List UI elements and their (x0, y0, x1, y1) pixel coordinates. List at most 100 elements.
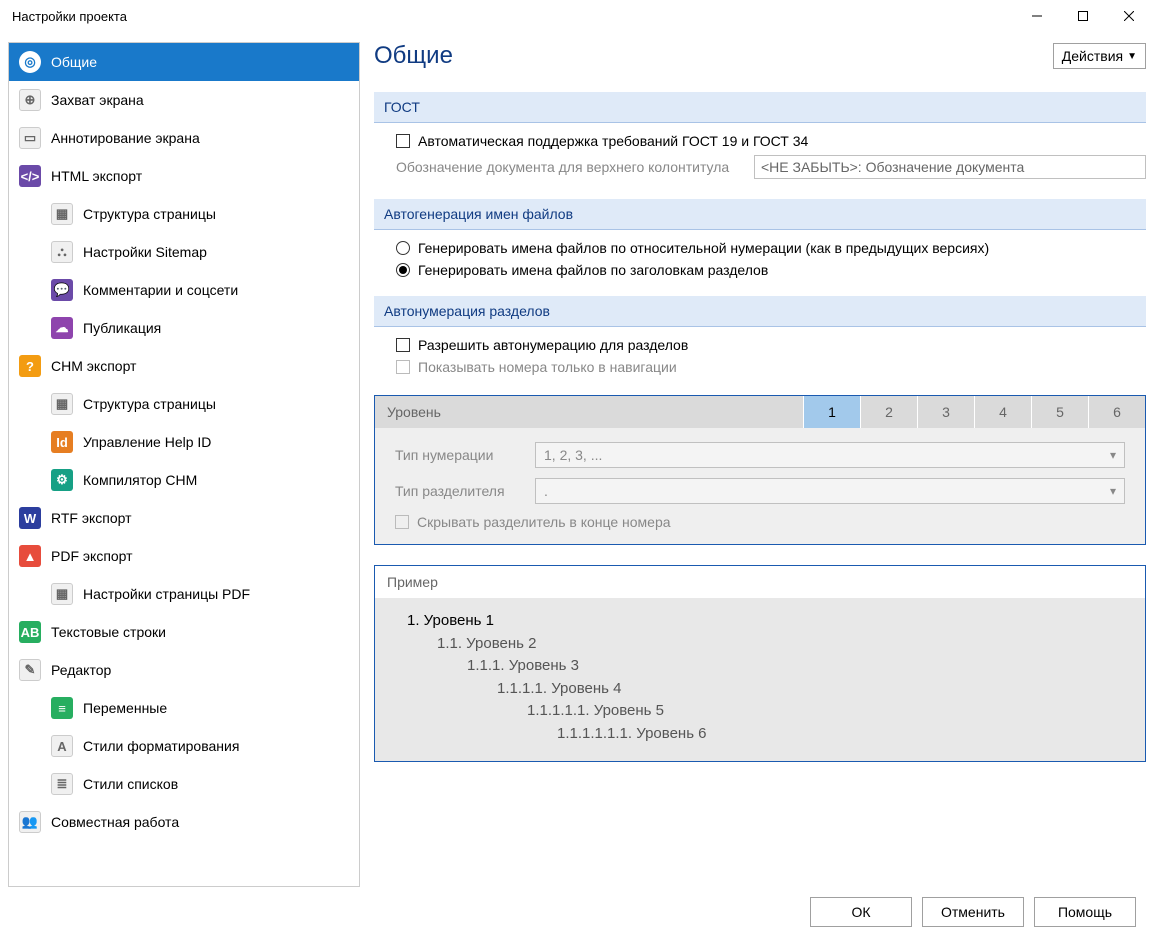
sidebar-item-label: Общие (51, 54, 97, 70)
sidebar: ◎ Общие ⊕ Захват экрана ▭Аннотирование экран… (8, 42, 360, 887)
sidebar-item-label: Структура страницы (83, 206, 216, 222)
sidebar-item-label: PDF экспорт (51, 548, 133, 564)
sidebar-item-0[interactable]: ◎ Общие (9, 43, 359, 81)
sidebar-item-label: Захват экрана (51, 92, 144, 108)
sidebar-icon: ◎ (19, 51, 41, 73)
sidebar-item-2[interactable]: ▭Аннотирование экрана (9, 119, 359, 157)
sidebar-item-14[interactable]: ▦ Настройки страницы PDF (9, 575, 359, 613)
sidebar-item-label: Редактор (51, 662, 111, 678)
sidebar-item-3[interactable]: </>HTML экспорт (9, 157, 359, 195)
sidebar-icon: ▦ (51, 393, 73, 415)
ok-button[interactable]: ОК (810, 897, 912, 927)
sidebar-icon: ✎ (19, 659, 41, 681)
gost-auto-label: Автоматическая поддержка требований ГОСТ… (418, 133, 808, 149)
sidebar-item-9[interactable]: ▦ Структура страницы (9, 385, 359, 423)
sidebar-item-18[interactable]: AСтили форматирования (9, 727, 359, 765)
sidebar-item-label: Текстовые строки (51, 624, 166, 640)
minimize-button[interactable] (1014, 0, 1060, 32)
sidebar-item-19[interactable]: ≣ Стили списков (9, 765, 359, 803)
sidebar-item-16[interactable]: ✎ Редактор (9, 651, 359, 689)
sidebar-item-label: Структура страницы (83, 396, 216, 412)
level-tab-2[interactable]: 2 (860, 396, 917, 428)
dialog-footer: ОК Отменить Помощь (0, 887, 1152, 937)
sidebar-item-5[interactable]: ⛬Настройки Sitemap (9, 233, 359, 271)
sidebar-item-17[interactable]: ≡ Переменные (9, 689, 359, 727)
sep-type-select[interactable]: . (535, 478, 1125, 504)
sidebar-item-11[interactable]: ⚙ Компилятор CHM (9, 461, 359, 499)
level-tab-3[interactable]: 3 (917, 396, 974, 428)
window-controls (1014, 0, 1152, 32)
cancel-button[interactable]: Отменить (922, 897, 1024, 927)
gost-auto-checkbox[interactable] (396, 134, 410, 148)
sidebar-icon: ▲ (19, 545, 41, 567)
level-tab-1[interactable]: 1 (803, 396, 860, 428)
maximize-button[interactable] (1060, 0, 1106, 32)
sidebar-icon: ⊕ (19, 89, 41, 111)
sidebar-item-label: CHM экспорт (51, 358, 136, 374)
gost-doc-input[interactable] (754, 155, 1146, 179)
autonum-allow-label: Разрешить автонумерацию для разделов (418, 337, 688, 353)
autogen-opt2-radio[interactable] (396, 263, 410, 277)
sidebar-item-label: Стили списков (83, 776, 178, 792)
sidebar-item-label: Компилятор CHM (83, 472, 197, 488)
level-panel: Уровень 123456 Тип нумерации 1, 2, 3, ..… (374, 395, 1146, 545)
level-tab-4[interactable]: 4 (974, 396, 1031, 428)
sidebar-item-4[interactable]: ▦ Структура страницы (9, 195, 359, 233)
section-autonum-header: Автонумерация разделов (374, 296, 1146, 327)
sidebar-item-label: Совместная работа (51, 814, 179, 830)
sidebar-icon: ? (19, 355, 41, 377)
content-pane: Общие Действия ГОСТ Автоматическая подде… (374, 42, 1146, 887)
sidebar-item-label: Переменные (83, 700, 167, 716)
sidebar-icon: ▭ (19, 127, 41, 149)
level-tab-5[interactable]: 5 (1031, 396, 1088, 428)
sidebar-item-label: Настройки Sitemap (83, 244, 207, 260)
close-button[interactable] (1106, 0, 1152, 32)
help-button[interactable]: Помощь (1034, 897, 1136, 927)
page-title: Общие (374, 42, 453, 70)
example-line-5: 1.1.1.1.1. Уровень 5 (407, 700, 1125, 723)
num-type-select[interactable]: 1, 2, 3, ... (535, 442, 1125, 468)
sidebar-item-label: Комментарии и соцсети (83, 282, 238, 298)
example-header: Пример (375, 566, 1145, 598)
autogen-opt1-label: Генерировать имена файлов по относительн… (418, 240, 989, 256)
autonum-shownav-label: Показывать номера только в навигации (418, 359, 677, 375)
gost-doc-label: Обозначение документа для верхнего колон… (396, 159, 754, 175)
sidebar-item-1[interactable]: ⊕ Захват экрана (9, 81, 359, 119)
section-autogen-header: Автогенерация имен файлов (374, 199, 1146, 230)
hide-sep-label: Скрывать разделитель в конце номера (417, 514, 671, 530)
sidebar-item-label: Настройки страницы PDF (83, 586, 250, 602)
sidebar-item-label: Публикация (83, 320, 161, 336)
sidebar-icon: ▦ (51, 203, 73, 225)
autogen-opt1-radio[interactable] (396, 241, 410, 255)
example-line-3: 1.1.1. Уровень 3 (407, 655, 1125, 678)
sidebar-item-7[interactable]: ☁ Публикация (9, 309, 359, 347)
sidebar-item-6[interactable]: 💬 Комментарии и соцсети (9, 271, 359, 309)
autonum-allow-checkbox[interactable] (396, 338, 410, 352)
sidebar-item-label: Стили форматирования (83, 738, 239, 754)
sidebar-item-12[interactable]: WRTF экспорт (9, 499, 359, 537)
example-line-6: 1.1.1.1.1.1. Уровень 6 (407, 723, 1125, 746)
window-title: Настройки проекта (12, 9, 1014, 24)
sidebar-item-15[interactable]: AB Текстовые строки (9, 613, 359, 651)
sidebar-icon: 💬 (51, 279, 73, 301)
sidebar-item-8[interactable]: ? CHM экспорт (9, 347, 359, 385)
sidebar-icon: AB (19, 621, 41, 643)
level-tab-6[interactable]: 6 (1088, 396, 1145, 428)
example-panel: Пример 1. Уровень 1 1.1. Уровень 2 1.1.1… (374, 565, 1146, 762)
actions-button[interactable]: Действия (1053, 43, 1146, 69)
titlebar: Настройки проекта (0, 0, 1152, 32)
sidebar-icon: ☁ (51, 317, 73, 339)
num-type-label: Тип нумерации (395, 447, 535, 463)
sidebar-item-label: Управление Help ID (83, 434, 211, 450)
sidebar-icon: </> (19, 165, 41, 187)
sidebar-icon: ≣ (51, 773, 73, 795)
sidebar-icon: W (19, 507, 41, 529)
sidebar-icon: ≡ (51, 697, 73, 719)
sidebar-item-10[interactable]: IdУправление Help ID (9, 423, 359, 461)
sidebar-icon: ▦ (51, 583, 73, 605)
sidebar-item-20[interactable]: 👥 Совместная работа (9, 803, 359, 841)
sidebar-item-13[interactable]: ▲ PDF экспорт (9, 537, 359, 575)
section-gost-header: ГОСТ (374, 92, 1146, 123)
sidebar-icon: ⚙ (51, 469, 73, 491)
sidebar-icon: 👥 (19, 811, 41, 833)
